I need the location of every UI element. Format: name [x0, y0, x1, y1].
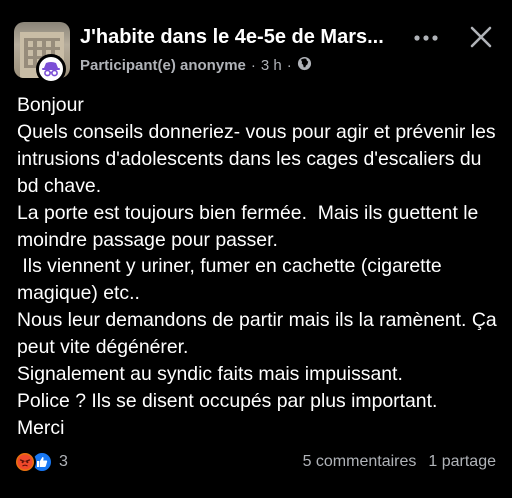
reactions-summary[interactable]: 3 — [14, 451, 68, 473]
post-text: Bonjour Quels conseils donneriez- vous p… — [17, 94, 497, 439]
comments-count-link[interactable]: 5 commentaires — [303, 453, 417, 471]
meta-separator-2: · — [286, 57, 292, 74]
globe-icon — [297, 56, 312, 75]
group-title[interactable]: J'habite dans le 4e-5e de Mars... — [80, 26, 404, 49]
close-icon[interactable] — [466, 22, 496, 52]
post-time[interactable]: 3 h — [261, 57, 282, 74]
post-stats: 5 commentaires 1 partage — [303, 453, 496, 471]
post-header: J'habite dans le 4e-5e de Mars... Partic… — [14, 22, 502, 84]
more-horiz-icon[interactable] — [410, 26, 442, 50]
shares-count-link[interactable]: 1 partage — [428, 453, 496, 471]
post-footer: 3 5 commentaires 1 partage — [14, 451, 498, 475]
reaction-count: 3 — [59, 453, 68, 470]
angry-reaction-icon — [14, 451, 36, 473]
meta-separator: · — [250, 57, 256, 74]
anonymous-incognito-icon — [36, 54, 66, 84]
author-name[interactable]: Participant(e) anonyme — [80, 57, 246, 74]
post-meta: Participant(e) anonyme · 3 h · — [80, 56, 312, 75]
post-card: J'habite dans le 4e-5e de Mars... Partic… — [0, 0, 512, 498]
